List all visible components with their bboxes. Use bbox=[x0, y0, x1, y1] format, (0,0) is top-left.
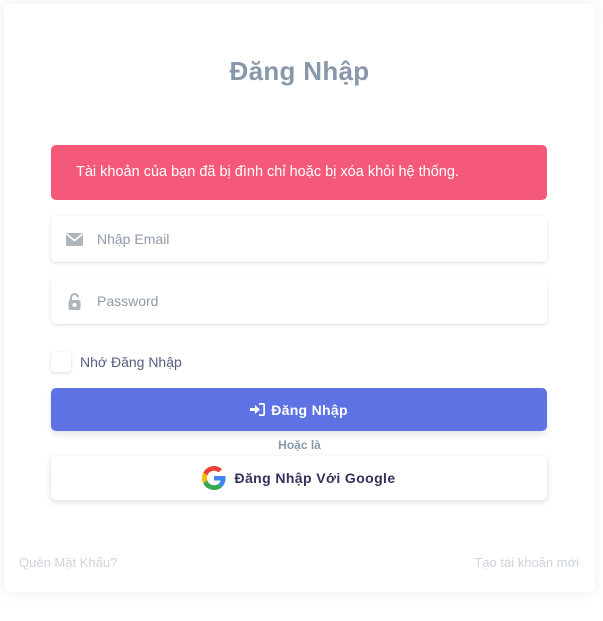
remember-checkbox[interactable] bbox=[51, 352, 71, 372]
error-alert: Tài khoản của bạn đã bị đình chỉ hoặc bị… bbox=[51, 145, 547, 200]
unlock-icon bbox=[51, 292, 97, 310]
google-logo-icon bbox=[202, 466, 226, 490]
password-field[interactable] bbox=[51, 278, 547, 324]
login-card: Đăng Nhập Tài khoản của bạn đã bị đình c… bbox=[4, 4, 595, 592]
remember-label: Nhớ Đăng Nhập bbox=[80, 354, 182, 370]
google-login-label: Đăng Nhập Với Google bbox=[234, 470, 396, 486]
google-login-button[interactable]: Đăng Nhập Với Google bbox=[51, 456, 547, 500]
login-button-label: Đăng Nhập bbox=[271, 401, 348, 418]
email-input[interactable] bbox=[97, 216, 547, 262]
create-account-link[interactable]: Tạo tài khoản mới bbox=[474, 555, 579, 570]
sign-in-icon bbox=[250, 403, 266, 416]
login-button[interactable]: Đăng Nhập bbox=[51, 388, 547, 431]
or-divider: Hoặc là bbox=[278, 438, 321, 452]
password-input[interactable] bbox=[97, 278, 547, 324]
email-field[interactable] bbox=[51, 216, 547, 262]
remember-me[interactable]: Nhớ Đăng Nhập bbox=[51, 352, 182, 372]
envelope-icon bbox=[51, 232, 97, 246]
page-title: Đăng Nhập bbox=[229, 56, 370, 86]
forgot-password-link[interactable]: Quên Mật Khẩu? bbox=[19, 555, 117, 570]
